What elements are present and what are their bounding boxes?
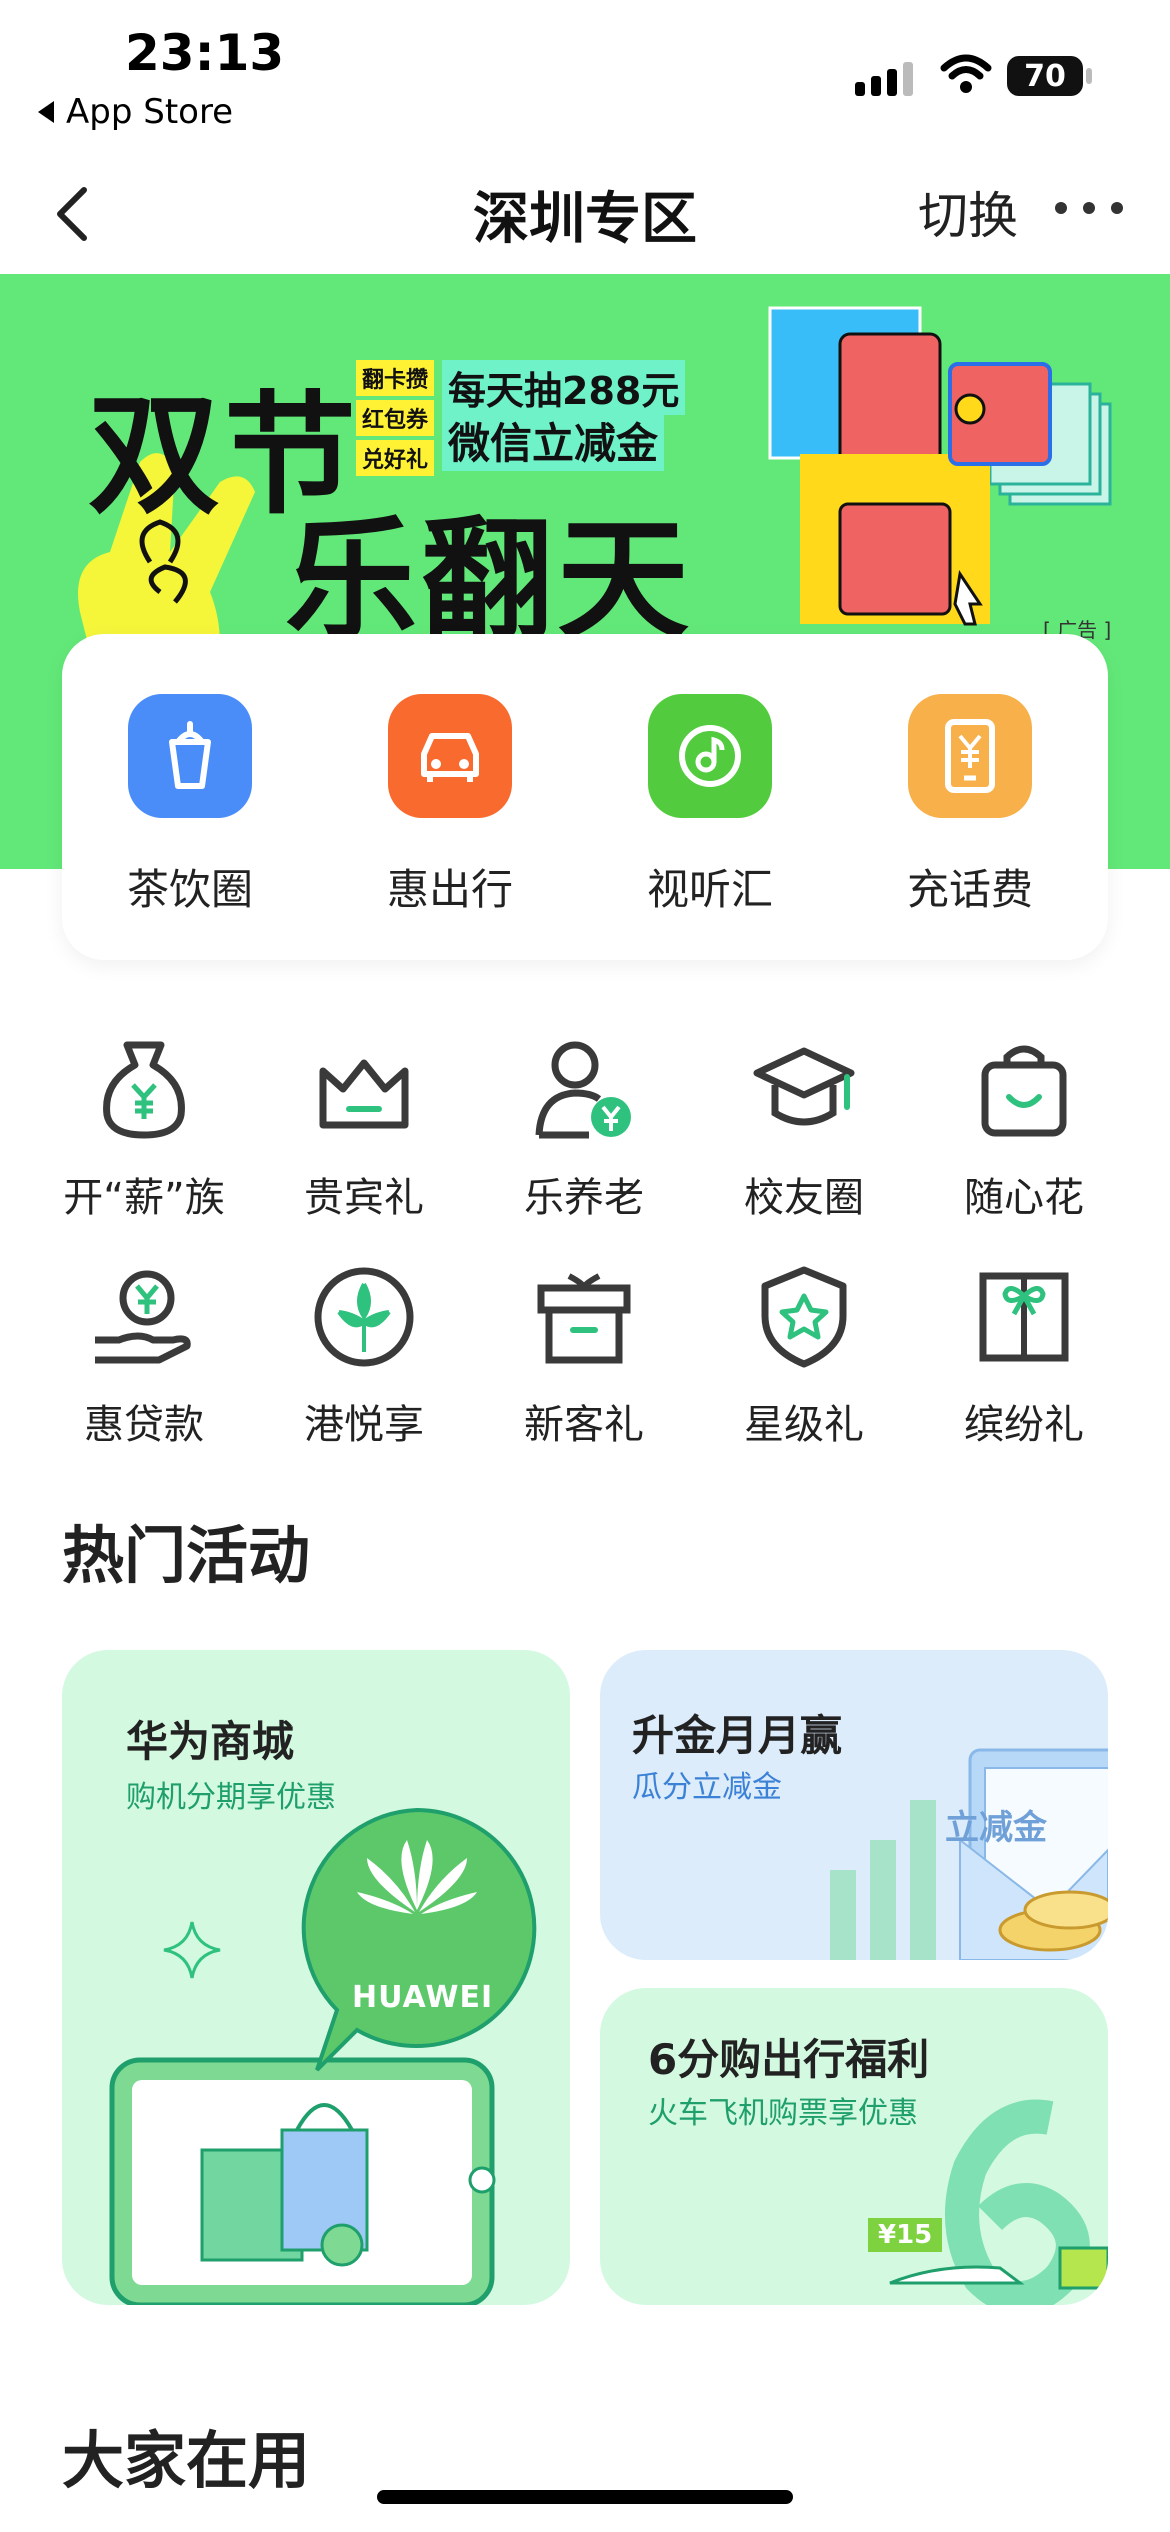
quick-item-tea[interactable]: 茶饮圈 — [90, 694, 290, 917]
grid-item-spend[interactable]: 随心花 — [924, 1035, 1124, 1223]
back-to-app-store[interactable]: App Store — [38, 92, 233, 132]
shopping-bag-icon — [981, 1045, 1067, 1137]
grid-item-label: 乐养老 — [524, 1175, 644, 1221]
activity-card-title: 6分购出行福利 — [648, 2035, 930, 2084]
promo-line-1: 每天抽288元 — [442, 360, 686, 415]
grid-item-label: 校友圈 — [744, 1175, 864, 1221]
money-bag-icon — [103, 1041, 185, 1139]
quick-item-label: 茶饮圈 — [126, 865, 253, 914]
grid-item-salary[interactable]: 开“薪”族 — [44, 1035, 244, 1223]
quick-item-media[interactable]: 视听汇 — [610, 694, 810, 917]
price-tag: ¥15 — [868, 2218, 943, 2252]
activity-card-gold[interactable]: 升金月月赢 瓜分立减金 立减金 — [600, 1650, 1108, 1960]
grid-item-hongkong[interactable]: 港悦享 — [264, 1262, 464, 1450]
grid-item-label: 港悦享 — [304, 1402, 424, 1448]
quick-item-label: 充话费 — [906, 865, 1033, 914]
promo-line-2: 微信立减金 — [442, 410, 665, 471]
present-icon — [979, 1272, 1069, 1362]
phone-yuan-icon — [908, 694, 1032, 818]
huawei-logo-bubble-icon — [301, 1807, 537, 2072]
sticker-3: 兑好礼 — [356, 440, 435, 476]
elder-icon — [535, 1041, 631, 1139]
battery-tip — [1086, 68, 1092, 84]
home-indicator — [377, 2490, 793, 2504]
battery-icon: 70 — [1007, 56, 1083, 96]
activity-card-travel[interactable]: 6分购出行福利 火车飞机购票享优惠 ¥15 — [600, 1988, 1108, 2305]
activity-card-title: 华为商城 — [126, 1717, 295, 1766]
grid-item-label: 缤纷礼 — [964, 1402, 1084, 1448]
status-time: 23:13 — [125, 24, 285, 82]
status-bar: 23:13 App Store 70 — [0, 0, 1170, 140]
car-icon — [388, 694, 512, 818]
huawei-brand-text: HUAWEI — [352, 1980, 494, 2015]
gift-box-icon — [537, 1273, 631, 1364]
switch-button[interactable]: 切换 — [918, 176, 1018, 248]
quick-item-label: 惠出行 — [386, 865, 513, 914]
grid-item-label: 新客礼 — [524, 1402, 644, 1448]
voucher-envelope-illustration-icon — [830, 1748, 1108, 1960]
more-options-icon[interactable] — [1055, 202, 1123, 214]
grid-item-label: 随心花 — [964, 1175, 1084, 1221]
bauhinia-icon — [314, 1267, 414, 1367]
sticker-1: 翻卡攒 — [356, 360, 435, 396]
grid-item-newcomer[interactable]: 新客礼 — [484, 1262, 684, 1450]
activity-card-subtitle: 瓜分立减金 — [632, 1770, 782, 1805]
cup-icon — [128, 694, 252, 818]
hot-activities-title: 热门活动 — [62, 1519, 311, 1592]
grid-item-pension[interactable]: 乐养老 — [484, 1035, 684, 1223]
back-app-label: App Store — [66, 92, 234, 132]
sticker-2: 红包券 — [356, 400, 435, 436]
grid-item-colorful[interactable]: 缤纷礼 — [924, 1262, 1124, 1450]
quick-item-topup[interactable]: 充话费 — [870, 694, 1070, 917]
sparkle-icon — [163, 1921, 221, 1979]
six-travel-illustration-icon — [889, 2099, 1108, 2305]
grid-item-label: 开“薪”族 — [63, 1175, 225, 1221]
voucher-text: 立减金 — [945, 1808, 1047, 1848]
grid-item-label: 星级礼 — [744, 1402, 864, 1448]
red-envelope-illustration-icon — [768, 306, 1112, 626]
grid-item-alumni[interactable]: 校友圈 — [704, 1035, 904, 1223]
quick-item-travel[interactable]: 惠出行 — [350, 694, 550, 917]
everyone-using-title: 大家在用 — [62, 2424, 311, 2497]
grid-item-label: 贵宾礼 — [304, 1175, 424, 1221]
banner-stickers: 翻卡攒 红包券 兑好礼 — [356, 360, 435, 476]
nav-bar: 深圳专区 切换 — [0, 150, 1170, 274]
cellular-signal-icon — [855, 62, 913, 96]
grid-item-star[interactable]: 星级礼 — [704, 1262, 904, 1450]
star-shield-icon — [761, 1266, 847, 1368]
loan-hand-icon — [95, 1270, 191, 1364]
music-icon — [648, 694, 772, 818]
quick-services-card: 茶饮圈 惠出行 视听汇 充话费 — [62, 634, 1108, 960]
graduation-cap-icon — [753, 1047, 855, 1126]
crown-icon — [319, 1059, 409, 1129]
back-triangle-icon — [38, 101, 54, 123]
grid-item-loan[interactable]: 惠贷款 — [44, 1262, 244, 1450]
grid-item-label: 惠贷款 — [84, 1402, 204, 1448]
wifi-icon — [940, 54, 992, 93]
activity-card-huawei[interactable]: 华为商城 购机分期享优惠 HUAWEI — [62, 1650, 570, 2305]
quick-item-label: 视听汇 — [646, 865, 773, 914]
grid-item-vip[interactable]: 贵宾礼 — [264, 1035, 464, 1223]
